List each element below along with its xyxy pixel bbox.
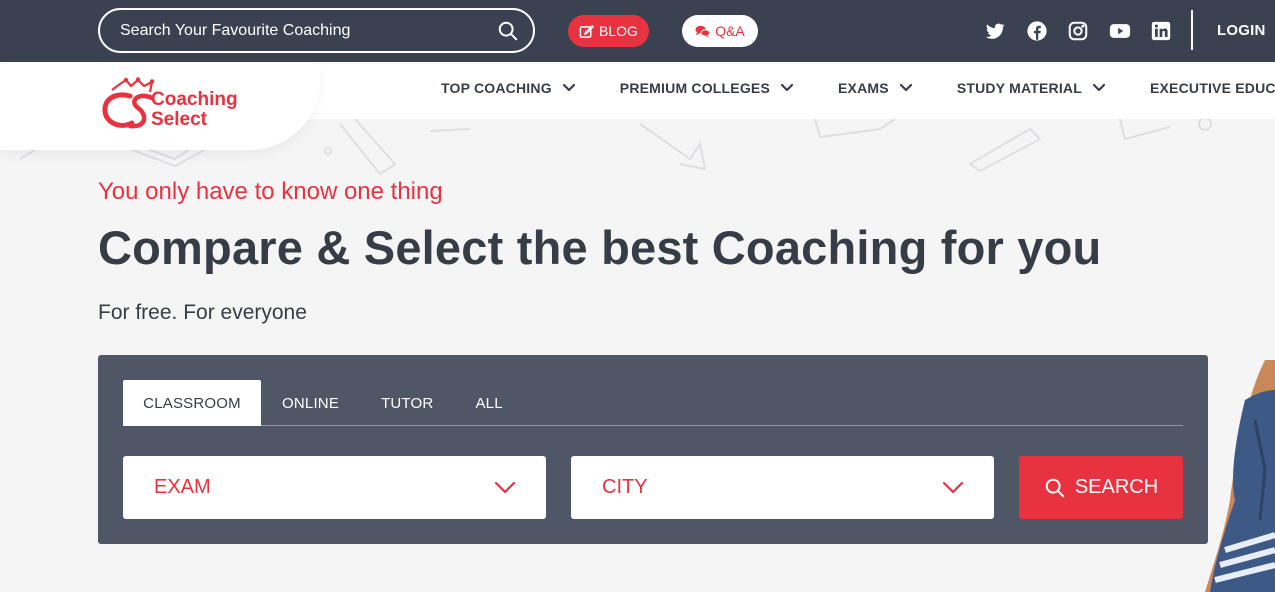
nav-item-study-material[interactable]: STUDY MATERIAL — [957, 80, 1106, 96]
search-input[interactable] — [120, 21, 497, 40]
chevron-down-icon — [942, 481, 964, 494]
chevron-down-icon — [562, 83, 575, 92]
tab-classroom[interactable]: CLASSROOM — [123, 380, 261, 426]
search-tabs: CLASSROOM ONLINE TUTOR ALL — [123, 380, 1183, 426]
nav-item-label: TOP COACHING — [441, 80, 552, 96]
linkedin-icon[interactable] — [1150, 20, 1172, 42]
edit-icon — [579, 24, 595, 38]
twitter-icon[interactable] — [984, 20, 1006, 42]
blog-button[interactable]: BLOG — [568, 15, 649, 47]
search-icon — [1045, 478, 1065, 497]
nav-item-label: PREMIUM COLLEGES — [619, 80, 771, 96]
nav-item-label: EXAMS — [838, 80, 889, 96]
blog-label: BLOG — [599, 23, 638, 39]
nav-item-executive-education[interactable]: EXECUTIVE EDUCATI — [1150, 80, 1275, 96]
hero-tagline: You only have to know one thing — [98, 178, 443, 205]
city-select-value: CITY — [602, 476, 648, 498]
nav-item-premium-colleges[interactable]: PREMIUM COLLEGES — [620, 80, 794, 96]
exam-select-value: EXAM — [154, 476, 211, 498]
exam-select[interactable]: EXAM — [123, 456, 546, 519]
qa-button[interactable]: Q&A — [682, 15, 758, 47]
brand-line-1: Coaching — [151, 89, 238, 110]
brand-name: Coaching Select — [151, 90, 238, 130]
youtube-icon[interactable] — [1108, 20, 1132, 42]
hero-headline: Compare & Select the best Coaching for y… — [98, 221, 1102, 274]
search-button-label: SEARCH — [1074, 476, 1159, 498]
nav-item-label: STUDY MATERIAL — [956, 80, 1082, 96]
city-select[interactable]: CITY — [571, 456, 994, 519]
tab-online[interactable]: ONLINE — [261, 380, 360, 426]
search-icon[interactable] — [497, 20, 519, 42]
tab-tutor[interactable]: TUTOR — [360, 380, 454, 426]
facebook-icon[interactable] — [1026, 20, 1048, 42]
hero-subline: For free. For everyone — [98, 301, 307, 324]
chevron-down-icon — [780, 83, 794, 92]
chat-bubbles-icon — [695, 25, 711, 38]
main-nav: TOP COACHING PREMIUM COLLEGES EXAMS STUD… — [441, 80, 1275, 96]
nav-item-label: EXECUTIVE EDUCATI — [1149, 80, 1275, 96]
chevron-down-icon — [494, 481, 516, 494]
qa-label: Q&A — [715, 23, 745, 39]
login-link[interactable]: LOGIN — [1217, 22, 1266, 39]
brand-line-2: Select — [151, 109, 207, 130]
chevron-down-icon — [1092, 83, 1106, 92]
nav-item-top-coaching[interactable]: TOP COACHING — [441, 80, 576, 96]
nav-item-exams[interactable]: EXAMS — [838, 80, 913, 96]
top-bar: BLOG Q&A LOGIN — [0, 0, 1275, 62]
search-panel: CLASSROOM ONLINE TUTOR ALL EXAM CITY SEA… — [98, 355, 1208, 544]
chevron-down-icon — [899, 83, 912, 92]
search-button[interactable]: SEARCH — [1019, 456, 1183, 519]
student-photo — [1205, 360, 1275, 592]
instagram-icon[interactable] — [1067, 20, 1089, 42]
topbar-divider — [1191, 10, 1193, 50]
site-search[interactable] — [98, 8, 535, 53]
tab-all[interactable]: ALL — [454, 380, 523, 426]
